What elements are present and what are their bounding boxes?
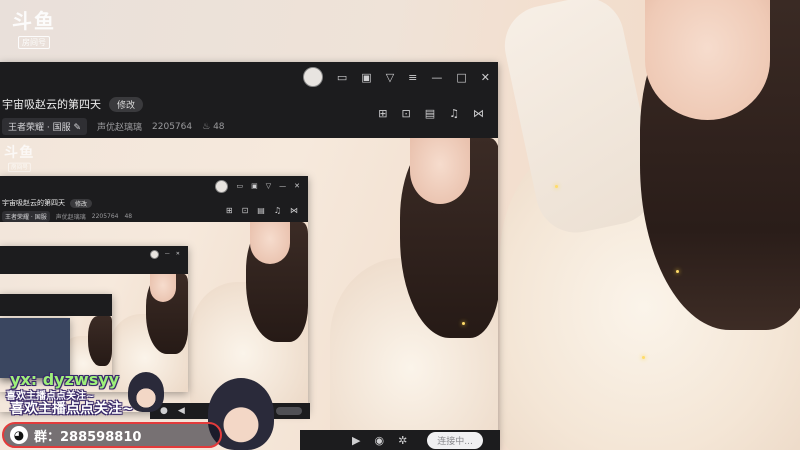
share-icon[interactable]: ⋈ [473,108,484,119]
room-number: 2205764 [152,121,193,132]
close-icon: ✕ [294,181,300,190]
sparkle [676,270,679,273]
window-titlebar: ▭ ▣ ▽ ≡ — □ ✕ [0,62,498,92]
maximize-icon[interactable]: □ [456,72,466,83]
bell-icon[interactable]: ♫ [449,108,459,119]
qq-icon: ◕ [10,426,28,444]
qq-group-number: 群：288598810 [34,429,142,445]
filter-icon: ▽ [265,181,272,190]
sparkle [462,322,465,325]
photo-face [645,0,770,120]
mic-icon: ● [160,406,168,416]
gift-icon[interactable]: ⊞ [378,108,387,119]
gift-icon: ⊞ [225,206,233,215]
minimize-icon: — [164,250,170,257]
room-title: 宇宙吸赵云的第四天 [2,98,101,111]
minimize-icon: — [279,181,287,190]
screen-icon: ▣ [251,181,258,190]
menu-icon[interactable]: ≡ [408,72,417,83]
gear-icon[interactable]: ✲ [398,434,407,447]
room-title: 宇宙吸赵云的第四天 [2,199,65,207]
room-meta: 王者荣耀 · 国服 ✎ 声优赵璃璃 2205764 ♨ 48 [2,118,498,135]
tv-icon: ▭ [236,181,244,190]
close-icon[interactable]: ✕ [481,72,490,83]
streamer-name: 声优赵璃璃 [97,123,143,133]
category-chip[interactable]: 王者荣耀 · 国服 ✎ [2,118,88,135]
share-icon: ⋈ [290,206,298,215]
calendar-icon: ▤ [257,206,265,215]
sparkle [555,185,558,188]
qq-group-banner: ◕ 群：288598810 [2,422,222,448]
flame-icon: ♨ [202,121,211,132]
connect-button[interactable]: 连接中... [427,431,483,449]
eye-icon[interactable]: ◉ [374,434,384,447]
stream-window-mirror-5 [0,318,70,378]
heat-count: 48 [124,213,133,220]
minimize-icon[interactable]: — [431,72,442,83]
douyu-logo: 斗鱼 房间号 [12,11,56,49]
screen-icon[interactable]: ▣ [361,72,371,83]
lock-icon: ⊡ [241,206,249,215]
camera-icon[interactable]: ▶ [352,434,360,447]
control-bar: ▶ ◉ ✲ 连接中... [300,430,500,450]
category-chip: 王者荣耀 · 国服 [2,211,50,222]
avatar [149,249,159,259]
streamer-name: 声优赵璃璃 [55,214,86,221]
edit-title-button: 修改 [70,198,93,208]
room-number: 2205764 [91,213,119,220]
bell-icon: ♫ [273,206,281,215]
douyu-logo-mirror: 斗鱼 房间号 [4,145,35,172]
volume-icon: ◀ [177,406,185,416]
heat-indicator: ♨ 48 [202,121,225,132]
sparkle [642,356,645,359]
avatar [215,179,229,193]
calendar-icon[interactable]: ▤ [425,108,435,119]
mirror-send-button [276,407,302,415]
room-tools: ⊞ ⊡ ▤ ♫ ⋈ [378,108,484,119]
avatar[interactable] [302,67,323,87]
follow-reminder: 喜欢主播点点关注~ [10,401,134,417]
close-icon: ✕ [175,250,180,257]
lock-icon[interactable]: ⊡ [402,108,411,119]
chibi-avatar-small [128,372,164,412]
filter-icon[interactable]: ▽ [386,72,394,83]
edit-title-button[interactable]: 修改 [109,96,144,112]
pencil-icon: ✎ [73,123,82,133]
tv-icon[interactable]: ▭ [337,72,347,83]
